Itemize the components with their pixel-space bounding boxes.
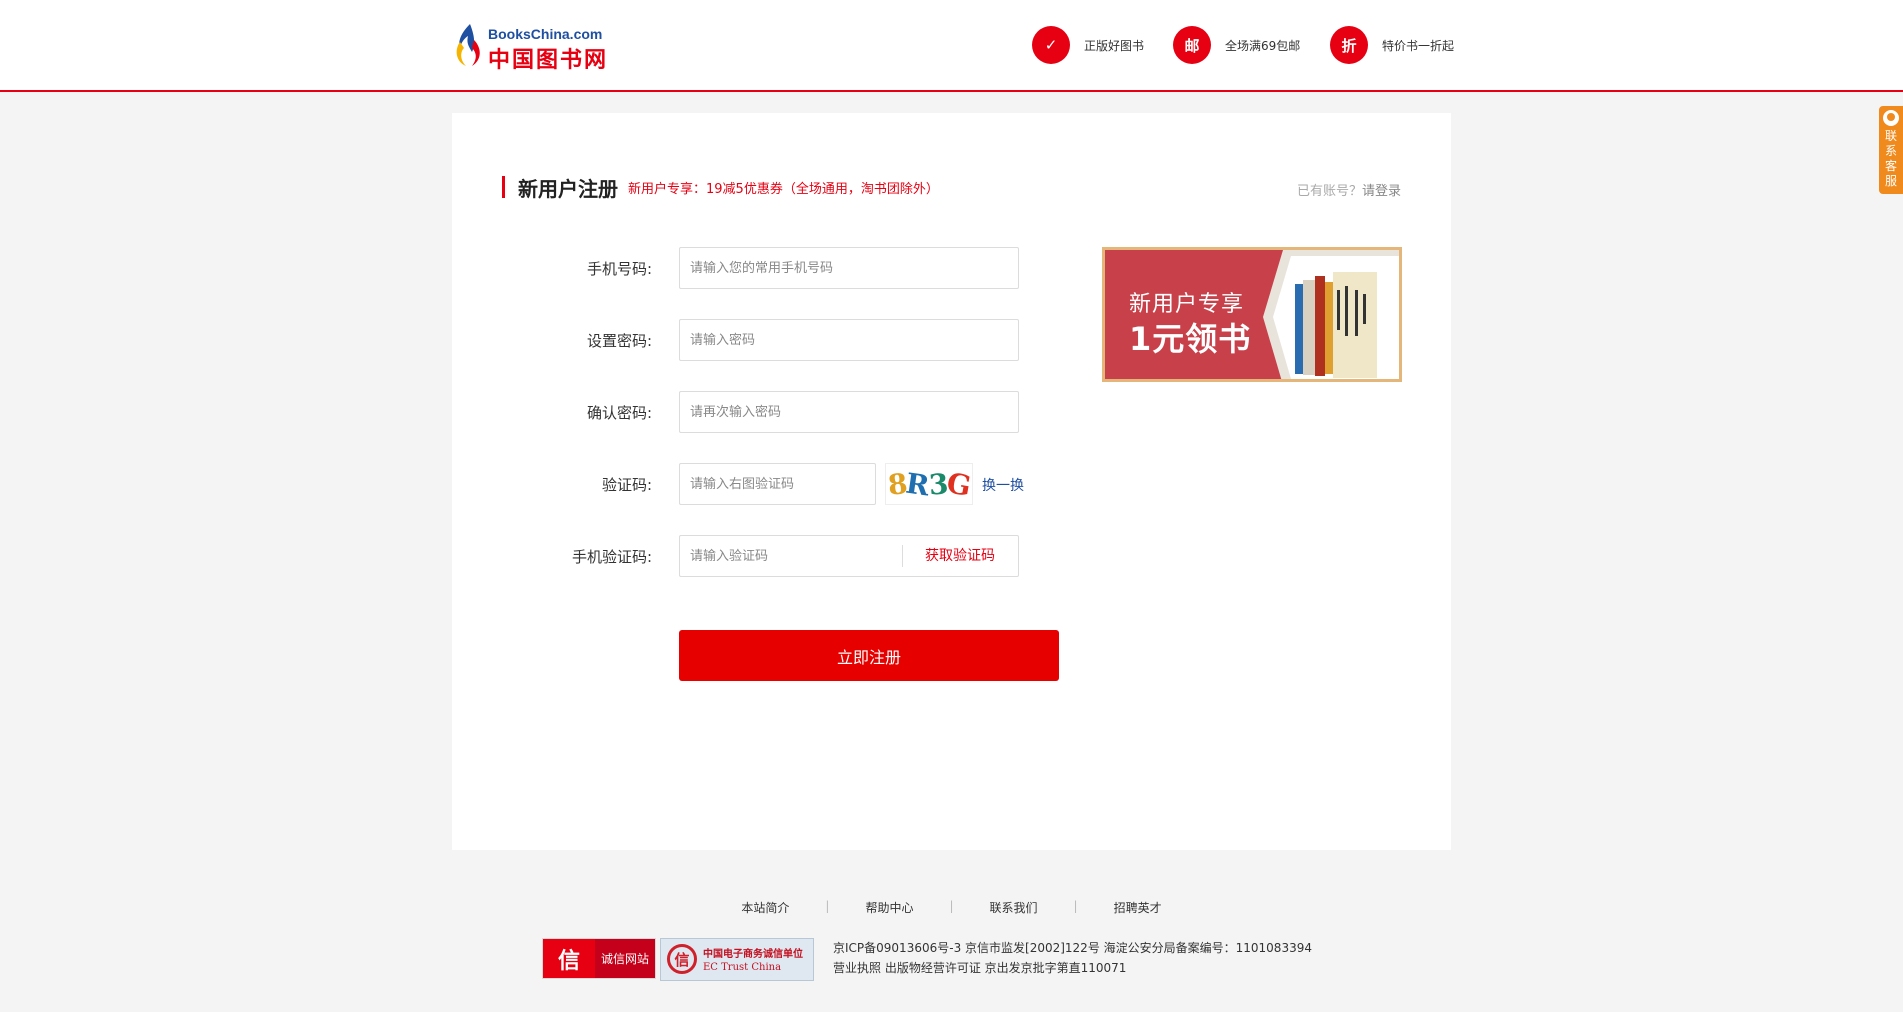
password-label: 设置密码: <box>586 332 652 350</box>
sms-code-row: 手机验证码: 获取验证码 <box>452 535 1052 577</box>
registration-card: 新用户注册 新用户专享：19减5优惠券（全场通用，淘书团除外） 已有账号？请登录… <box>452 113 1451 850</box>
get-sms-code-button[interactable]: 获取验证码 <box>902 545 995 567</box>
login-prompt: 已有账号？请登录 <box>1297 180 1401 199</box>
trust-icon: 信 <box>543 939 595 978</box>
customer-service-tab[interactable]: 联系客服 <box>1879 106 1903 194</box>
flame-logo-icon <box>456 24 480 66</box>
captcha-input[interactable] <box>679 463 876 505</box>
footer-legal-line2: 营业执照 出版物经营许可证 京出发京批字第直110071 <box>833 961 1127 975</box>
phone-row: 手机号码: <box>452 247 1052 289</box>
logo-english-text: BooksChina.com <box>488 26 603 42</box>
footer-link-about[interactable]: 本站简介 <box>705 899 825 916</box>
footer-badges: 信 诚信网站 信 中国电子商务诚信单位 EC Trust China <box>542 938 814 981</box>
promo-text: 新用户专享：19减5优惠券（全场通用，淘书团除外） <box>628 181 939 197</box>
confirm-password-label: 确认密码: <box>586 404 652 422</box>
support-icon <box>1883 110 1899 126</box>
password-input[interactable] <box>679 319 1019 361</box>
footer-link-careers[interactable]: 招聘英才 <box>1078 899 1198 916</box>
site-header: BooksChina.com 中国图书网 ✓ 正版好图书 邮 全场满69包邮 折… <box>0 0 1903 92</box>
password-row: 设置密码: <box>452 319 1052 361</box>
feature-label: 正版好图书 <box>1084 38 1145 53</box>
customer-service-label: 联系客服 <box>1885 129 1898 188</box>
phone-label: 手机号码: <box>586 260 652 278</box>
ec-trust-subtitle: EC Trust China <box>703 962 782 973</box>
title-accent-bar <box>502 176 505 198</box>
mail-icon: 邮 <box>1173 26 1211 64</box>
trusted-site-badge[interactable]: 信 诚信网站 <box>542 938 656 979</box>
trusted-site-label: 诚信网站 <box>595 939 655 978</box>
feature-free-shipping: 邮 全场满69包邮 <box>1173 26 1300 64</box>
footer-link-help[interactable]: 帮助中心 <box>829 899 949 916</box>
login-link[interactable]: 请登录 <box>1362 184 1401 199</box>
feature-label: 全场满69包邮 <box>1225 38 1301 53</box>
refresh-captcha-link[interactable]: 换一换 <box>982 475 1024 495</box>
captcha-glyph: R <box>904 466 931 502</box>
phone-input[interactable] <box>679 247 1019 289</box>
check-icon: ✓ <box>1032 26 1070 64</box>
sms-code-label: 手机验证码: <box>571 548 652 566</box>
captcha-glyph: G <box>944 465 973 503</box>
ec-trust-icon: 信 <box>667 944 697 974</box>
new-user-promo-banner[interactable]: 新用户专享 1元领书 <box>1102 247 1402 382</box>
feature-genuine-books: ✓ 正版好图书 <box>1032 26 1144 64</box>
footer-links: 本站简介 | 帮助中心 | 联系我们 | 招聘英才 <box>0 899 1903 916</box>
captcha-row: 验证码: 8R3G 换一换 <box>452 463 1052 505</box>
form-title-bar: 新用户注册 新用户专享：19减5优惠券（全场通用，淘书团除外） <box>502 175 939 201</box>
site-logo[interactable]: BooksChina.com 中国图书网 <box>450 20 610 73</box>
banner-line2: 1元领书 <box>1129 320 1252 358</box>
logo-chinese-text: 中国图书网 <box>488 48 609 73</box>
feature-label: 特价书一折起 <box>1382 38 1455 53</box>
footer-link-contact[interactable]: 联系我们 <box>954 899 1074 916</box>
ec-trust-badge[interactable]: 信 中国电子商务诚信单位 EC Trust China <box>660 938 814 981</box>
ec-trust-title: 中国电子商务诚信单位 <box>703 949 803 960</box>
register-button[interactable]: 立即注册 <box>679 630 1059 681</box>
login-prefix: 已有账号？ <box>1296 184 1362 199</box>
feature-discount-books: 折 特价书一折起 <box>1330 26 1454 64</box>
confirm-password-input[interactable] <box>679 391 1019 433</box>
footer-legal-text: 京ICP备09013606号-3 京信市监发[2002]122号 海淀公安分局备… <box>833 938 1312 978</box>
captcha-label: 验证码: <box>601 476 652 494</box>
confirm-password-row: 确认密码: <box>452 391 1052 433</box>
discount-icon: 折 <box>1330 26 1368 64</box>
footer-legal-line1: 京ICP备09013606号-3 京信市监发[2002]122号 海淀公安分局备… <box>833 941 1312 955</box>
page-title: 新用户注册 <box>518 176 618 201</box>
captcha-image[interactable]: 8R3G <box>885 463 973 505</box>
